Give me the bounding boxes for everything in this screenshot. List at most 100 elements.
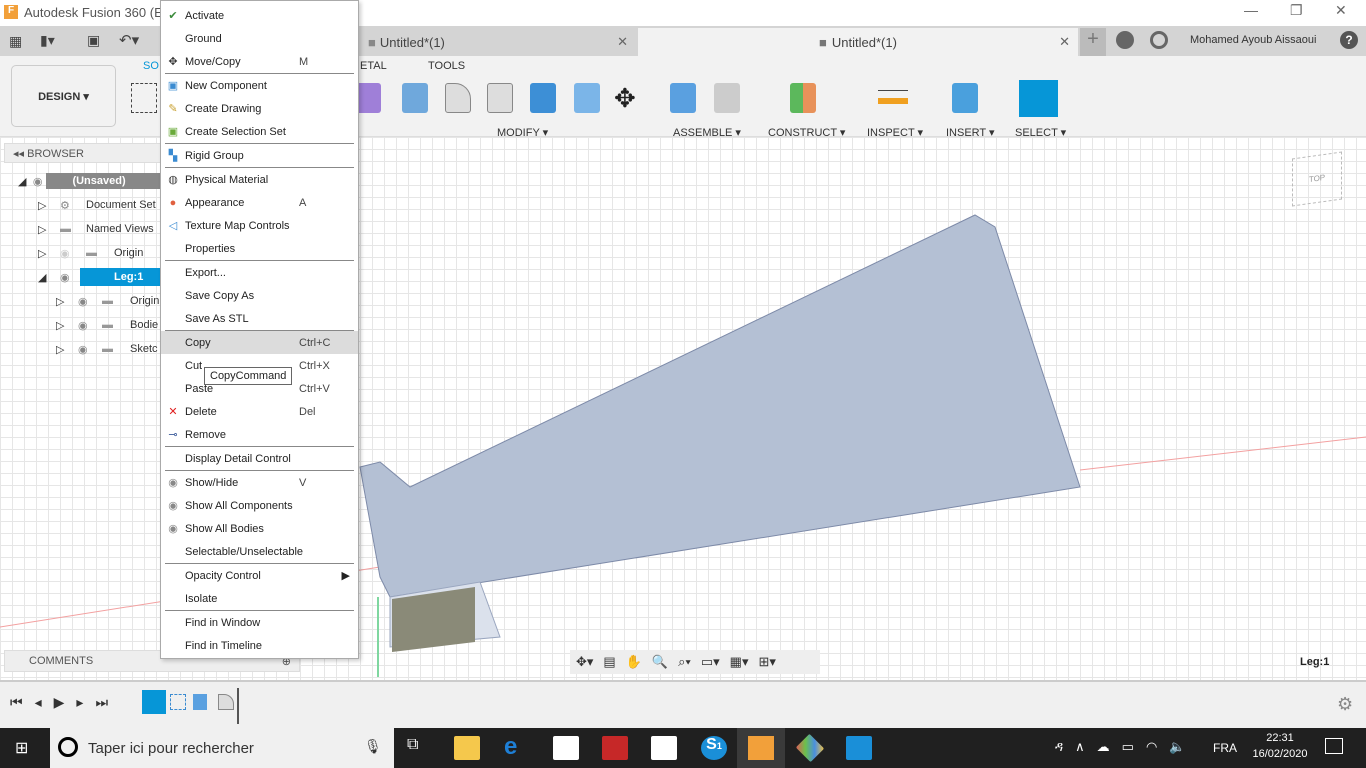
store-icon[interactable] <box>553 736 579 760</box>
timeline-settings-icon[interactable]: ⚙ <box>1337 694 1353 715</box>
first-step-icon[interactable]: ⏮ <box>10 694 23 711</box>
app-icon[interactable] <box>846 736 872 760</box>
help-icon[interactable]: ? <box>1340 31 1358 49</box>
move-icon[interactable]: ✥ <box>614 83 636 114</box>
select-icon[interactable] <box>1019 80 1058 117</box>
close-tab-icon[interactable]: ✕ <box>617 34 628 50</box>
zoom-icon[interactable]: 🔍 <box>652 654 668 670</box>
git-app-icon[interactable] <box>795 733 825 763</box>
tree-item-origin-sub[interactable]: ▷ ◉ ▬ Origin <box>18 289 160 313</box>
timeline-marker[interactable] <box>237 688 239 724</box>
menu-item-isolate[interactable]: Isolate <box>161 587 358 610</box>
tab-untitled-active[interactable]: ■ Untitled*(1) ✕ <box>638 28 1078 56</box>
workspace-switcher[interactable]: DESIGN ▾ <box>11 65 116 127</box>
gift-app-icon[interactable] <box>602 736 628 760</box>
menu-item-remove[interactable]: ⊸ Remove <box>161 423 358 446</box>
menu-item-physical-material[interactable]: ◍ Physical Material <box>161 168 358 191</box>
last-step-icon[interactable]: ⏭ <box>95 694 108 711</box>
fillet-icon[interactable] <box>445 83 471 113</box>
wifi-icon[interactable]: ◠ <box>1146 739 1157 755</box>
user-name[interactable]: Mohamed Ayoub Aissaoui <box>1190 34 1316 46</box>
tree-item-root[interactable]: ◢ ◉ (Unsaved) <box>18 169 160 193</box>
mail-icon[interactable] <box>651 736 677 760</box>
offset-plane-icon[interactable] <box>790 83 816 113</box>
menu-item-create-selection-set[interactable]: ▣ Create Selection Set <box>161 120 358 143</box>
save-icon[interactable]: ▣ <box>87 32 100 49</box>
insert-image-icon[interactable] <box>952 83 978 113</box>
onedrive-error-icon[interactable]: ☁ <box>1097 739 1110 755</box>
menu-item-properties[interactable]: Properties <box>161 237 358 260</box>
menu-item-create-drawing[interactable]: ✎ Create Drawing <box>161 97 358 120</box>
menu-item-activate[interactable]: ✔ Activate <box>161 4 358 27</box>
viewcube[interactable]: TOP <box>1292 151 1342 207</box>
menu-item-find-in-window[interactable]: Find in Window <box>161 611 358 634</box>
menu-item-opacity-control[interactable]: Opacity Control ▶ <box>161 564 358 587</box>
look-at-icon[interactable]: ▤ <box>603 654 615 670</box>
menu-item-delete[interactable]: ✕ Delete Del <box>161 400 358 423</box>
tree-item-origin[interactable]: ▷ ◉ ▬ Origin <box>18 241 160 265</box>
file-explorer-icon[interactable] <box>454 736 480 760</box>
windows-start-icon[interactable]: ⊞ <box>15 738 28 758</box>
language-indicator[interactable]: FRA <box>1213 741 1237 755</box>
minimize-button[interactable]: — <box>1244 2 1258 18</box>
new-tab-button[interactable]: + <box>1080 28 1106 56</box>
fusion-taskbar-button[interactable] <box>737 728 785 768</box>
show-hidden-icons[interactable]: ∧ <box>1075 739 1085 755</box>
skype-icon[interactable]: S1 <box>701 736 727 760</box>
menu-item-move-copy[interactable]: ✥ Move/Copy M <box>161 50 358 73</box>
tab-tools[interactable]: TOOLS <box>428 60 465 72</box>
measure-icon[interactable] <box>878 90 908 104</box>
menu-item-rigid-group[interactable]: ▚ Rigid Group <box>161 144 358 167</box>
pan-icon[interactable]: ✋ <box>626 654 642 670</box>
menu-item-new-component[interactable]: ▣ New Component <box>161 74 358 97</box>
close-tab-icon[interactable]: ✕ <box>1059 34 1070 50</box>
close-button[interactable]: ✕ <box>1335 2 1347 19</box>
tree-item-document-settings[interactable]: ▷ ⚙ Document Set <box>18 193 160 217</box>
file-icon[interactable]: ▮▾ <box>40 32 55 49</box>
combine-icon[interactable] <box>530 83 556 113</box>
job-status-icon[interactable] <box>1150 31 1168 49</box>
menu-item-appearance[interactable]: ● Appearance A <box>161 191 358 214</box>
timeline-sketch-icon[interactable] <box>170 694 186 710</box>
task-view-icon[interactable]: ⧉ <box>407 736 433 760</box>
notifications-icon[interactable] <box>1325 738 1343 754</box>
menu-item-copy[interactable]: Copy Ctrl+C <box>161 331 358 354</box>
shell-icon[interactable] <box>487 83 513 113</box>
tree-item-sketches[interactable]: ▷ ◉ ▬ Sketc <box>18 337 160 361</box>
menu-item-show-all-bodies[interactable]: ◉ Show All Bodies <box>161 517 358 540</box>
tree-item-named-views[interactable]: ▷ ▬ Named Views <box>18 217 160 241</box>
extensions-icon[interactable] <box>1116 31 1134 49</box>
tree-item-bodies[interactable]: ▷ ◉ ▬ Bodie <box>18 313 160 337</box>
menu-item-export[interactable]: Export... <box>161 261 358 284</box>
menu-item-texture-map-controls[interactable]: ◁ Texture Map Controls <box>161 214 358 237</box>
timeline-extrude-icon[interactable] <box>193 694 207 710</box>
clock[interactable]: 22:31 16/02/2020 <box>1250 732 1310 760</box>
people-icon[interactable]: ዳ <box>1055 739 1063 755</box>
display-settings-icon[interactable]: ▭▾ <box>701 654 720 670</box>
menu-item-save-copy-as[interactable]: Save Copy As <box>161 284 358 307</box>
fit-icon[interactable]: ⌕▾ <box>678 654 691 670</box>
viewports-icon[interactable]: ⊞▾ <box>758 654 775 670</box>
edge-icon[interactable]: e <box>504 735 530 760</box>
grid-icon[interactable]: ▦▾ <box>730 654 749 670</box>
maximize-button[interactable]: ❐ <box>1290 2 1303 19</box>
volume-icon[interactable]: 🔈 <box>1169 739 1185 755</box>
app-grid-icon[interactable]: ▦ <box>9 33 22 50</box>
microphone-icon[interactable]: 🎙 <box>364 738 382 755</box>
menu-item-ground[interactable]: Ground <box>161 27 358 50</box>
menu-item-save-as-stl[interactable]: Save As STL <box>161 307 358 330</box>
menu-item-display-detail-control[interactable]: Display Detail Control <box>161 447 358 470</box>
menu-item-selectable-unselectable[interactable]: Selectable/Unselectable <box>161 540 358 563</box>
undo-icon[interactable]: ↶▾ <box>119 31 139 49</box>
previous-step-icon[interactable]: ◂ <box>35 694 42 711</box>
play-icon[interactable]: ▶ <box>54 694 65 711</box>
tab-solid[interactable]: SO <box>143 60 159 72</box>
collapse-icon[interactable]: ◂◂ <box>13 148 27 160</box>
create-sketch-icon[interactable] <box>131 83 157 113</box>
tab-sheet-metal[interactable]: ETAL <box>360 60 387 72</box>
joint-icon[interactable] <box>714 83 740 113</box>
tab-untitled-1[interactable]: ■ Untitled*(1) ✕ <box>360 28 636 56</box>
taskbar-search[interactable]: Taper ici pour rechercher 🎙 <box>50 728 394 768</box>
menu-item-find-in-timeline[interactable]: Find in Timeline <box>161 634 358 657</box>
timeline-component-icon[interactable] <box>142 690 166 714</box>
